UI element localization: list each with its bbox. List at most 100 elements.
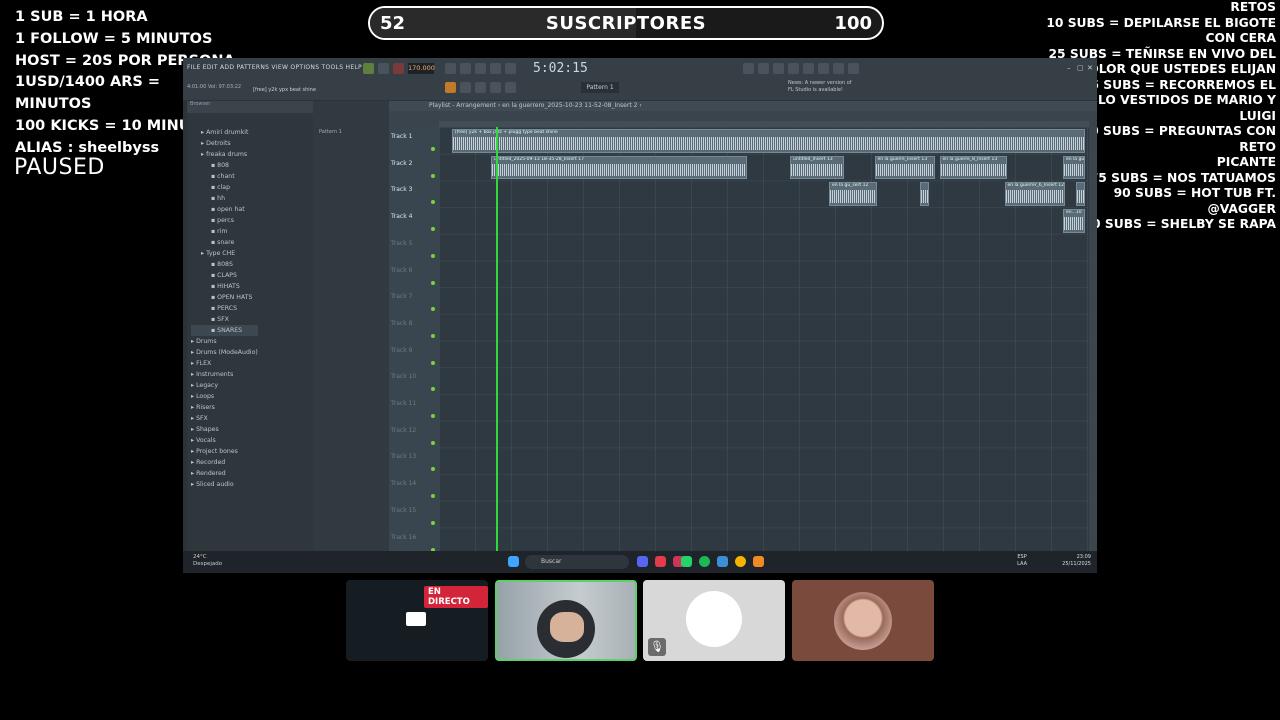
browser-item[interactable]: ▸ Rendered: [191, 468, 258, 479]
track-mute-led[interactable]: [431, 147, 435, 151]
save-icon[interactable]: [833, 63, 844, 74]
discord-icon[interactable]: [637, 556, 648, 567]
arrow-icon[interactable]: [460, 82, 471, 93]
settings-icon[interactable]: [818, 63, 829, 74]
taskbar-search[interactable]: Buscar: [525, 555, 629, 569]
browser-item[interactable]: ▸ Amiri drumkit: [191, 127, 258, 138]
browser-item[interactable]: ▸ freaka drums: [191, 149, 258, 160]
track-label[interactable]: Track 9: [391, 347, 412, 354]
browser-item[interactable]: ▪ 808S: [191, 259, 258, 270]
browser-item[interactable]: ▸ Instruments: [191, 369, 258, 380]
guest-logo-tile[interactable]: 🎙: [643, 580, 785, 661]
browser-item[interactable]: ▸ SFX: [191, 413, 258, 424]
audio-clip[interactable]: en la guerrer_6_Insert 12: [1004, 182, 1065, 207]
windows-start-icon[interactable]: [508, 556, 519, 567]
track-mute-led[interactable]: [431, 414, 435, 418]
track-label[interactable]: Track 16: [391, 534, 416, 541]
screen-share-tile[interactable]: EN DIRECTO: [346, 580, 488, 661]
browser-item[interactable]: ▸ Legacy: [191, 380, 258, 391]
browser-item[interactable]: ▸ Vocals: [191, 435, 258, 446]
browser-item[interactable]: ▪ open hat: [191, 204, 258, 215]
track-mute-led[interactable]: [431, 440, 435, 445]
track-mute-led[interactable]: [431, 227, 435, 232]
browser-item[interactable]: ▸ Detroits: [191, 138, 258, 149]
browser-icon[interactable]: [773, 63, 784, 74]
browser-item[interactable]: ▪ snare: [191, 237, 258, 248]
track-label[interactable]: Track 2: [391, 160, 412, 167]
browser-item[interactable]: ▪ CLAPS: [191, 270, 258, 281]
plugin-icon[interactable]: [788, 63, 799, 74]
file-explorer-icon[interactable]: [717, 556, 728, 567]
channel-pattern-item[interactable]: Pattern 1: [319, 129, 342, 135]
browser-item[interactable]: ▪ chant: [191, 171, 258, 182]
track-label[interactable]: Track 1: [391, 133, 412, 140]
whatsapp-icon[interactable]: [681, 556, 692, 567]
tool-icon-1[interactable]: [445, 63, 456, 74]
audio-clip[interactable]: en la guerre_8_Insert 13: [939, 155, 1007, 180]
audio-clip[interactable]: en la guerre_Insert 13: [874, 155, 935, 180]
track-mute-led[interactable]: [431, 494, 435, 499]
track-label[interactable]: Track 8: [391, 320, 412, 327]
render-icon[interactable]: [848, 63, 859, 74]
track-label[interactable]: Track 12: [391, 427, 416, 434]
browser-item[interactable]: ▸ Project bones: [191, 446, 258, 457]
webcam-tile[interactable]: [495, 580, 637, 661]
track-label[interactable]: Track 15: [391, 507, 416, 514]
stop-button[interactable]: [378, 63, 389, 74]
tool-icon-2[interactable]: [460, 63, 471, 74]
close-icon[interactable]: ✕: [1087, 64, 1093, 72]
track-mute-led[interactable]: [431, 280, 435, 285]
browser-item[interactable]: ▸ FLEX: [191, 358, 258, 369]
track-label[interactable]: Track 3: [391, 186, 412, 193]
fl-menubar[interactable]: FILE EDIT ADD PATTERNS VIEW OPTIONS TOOL…: [187, 64, 362, 71]
browser-item[interactable]: ▸ Risers: [191, 402, 258, 413]
browser-item[interactable]: ▪ PERCS: [191, 303, 258, 314]
track-label[interactable]: Track 10: [391, 373, 416, 380]
piano-roll-icon[interactable]: [758, 63, 769, 74]
track-mute-led[interactable]: [431, 360, 435, 365]
tool-icon-3[interactable]: [475, 63, 486, 74]
audio-clip[interactable]: [1076, 182, 1085, 207]
track-mute-led[interactable]: [431, 200, 435, 205]
track-mute-led[interactable]: [431, 173, 435, 178]
browser-item[interactable]: ▸ Drums: [191, 336, 258, 347]
taskbar-clock[interactable]: 23:09 25/11/2025: [1062, 554, 1091, 568]
browser-item[interactable]: ▸ Loops: [191, 391, 258, 402]
audio-clip[interactable]: untitled_2025-09-13 18-35-28_Insert 17: [491, 155, 747, 180]
browser-item[interactable]: ▸ Type CHE: [191, 248, 258, 259]
weather-widget[interactable]: 24°C Despejado: [193, 554, 222, 568]
minimize-icon[interactable]: –: [1067, 64, 1071, 72]
pencil-icon[interactable]: [475, 82, 486, 93]
track-mute-led[interactable]: [431, 307, 435, 312]
track-label[interactable]: Track 11: [391, 400, 416, 407]
track-mute-led[interactable]: [431, 387, 435, 392]
pattern-selector[interactable]: Pattern 1: [581, 82, 619, 93]
track-mute-led[interactable]: [431, 520, 435, 525]
tool-icon-5[interactable]: [505, 63, 516, 74]
browser-item[interactable]: ▸ Sliced audio: [191, 479, 258, 490]
browser-item[interactable]: ▪ 808: [191, 160, 258, 171]
browser-item[interactable]: ▪ HIHATS: [191, 281, 258, 292]
track-label[interactable]: Track 14: [391, 480, 416, 487]
audio-clip[interactable]: [920, 182, 929, 207]
mixer-icon[interactable]: [743, 63, 754, 74]
track-mute-led[interactable]: [431, 253, 435, 258]
tool-icon-4[interactable]: [490, 63, 501, 74]
playhead[interactable]: [496, 127, 498, 551]
browser-item[interactable]: ▪ SNARES: [191, 325, 258, 336]
maximize-icon[interactable]: ▢: [1077, 64, 1084, 72]
track-mute-led[interactable]: [431, 467, 435, 472]
fl-news[interactable]: News: A newer version of FL Studio is av…: [788, 80, 852, 94]
audio-clip[interactable]: [free] y2k + box jazz + plugg type beat …: [452, 129, 1085, 153]
browser-item[interactable]: ▸ Recorded: [191, 457, 258, 468]
chrome-icon[interactable]: [735, 556, 746, 567]
track-label[interactable]: Track 7: [391, 293, 412, 300]
audio-clip[interactable]: en la gu: [1063, 155, 1085, 180]
help-icon[interactable]: [803, 63, 814, 74]
playlist-scrollbar[interactable]: [1089, 127, 1097, 551]
brush-icon[interactable]: [490, 82, 501, 93]
browser-item[interactable]: ▪ clap: [191, 182, 258, 193]
track-mute-led[interactable]: [431, 333, 435, 338]
track-label[interactable]: Track 13: [391, 453, 416, 460]
track-label[interactable]: Track 5: [391, 240, 412, 247]
